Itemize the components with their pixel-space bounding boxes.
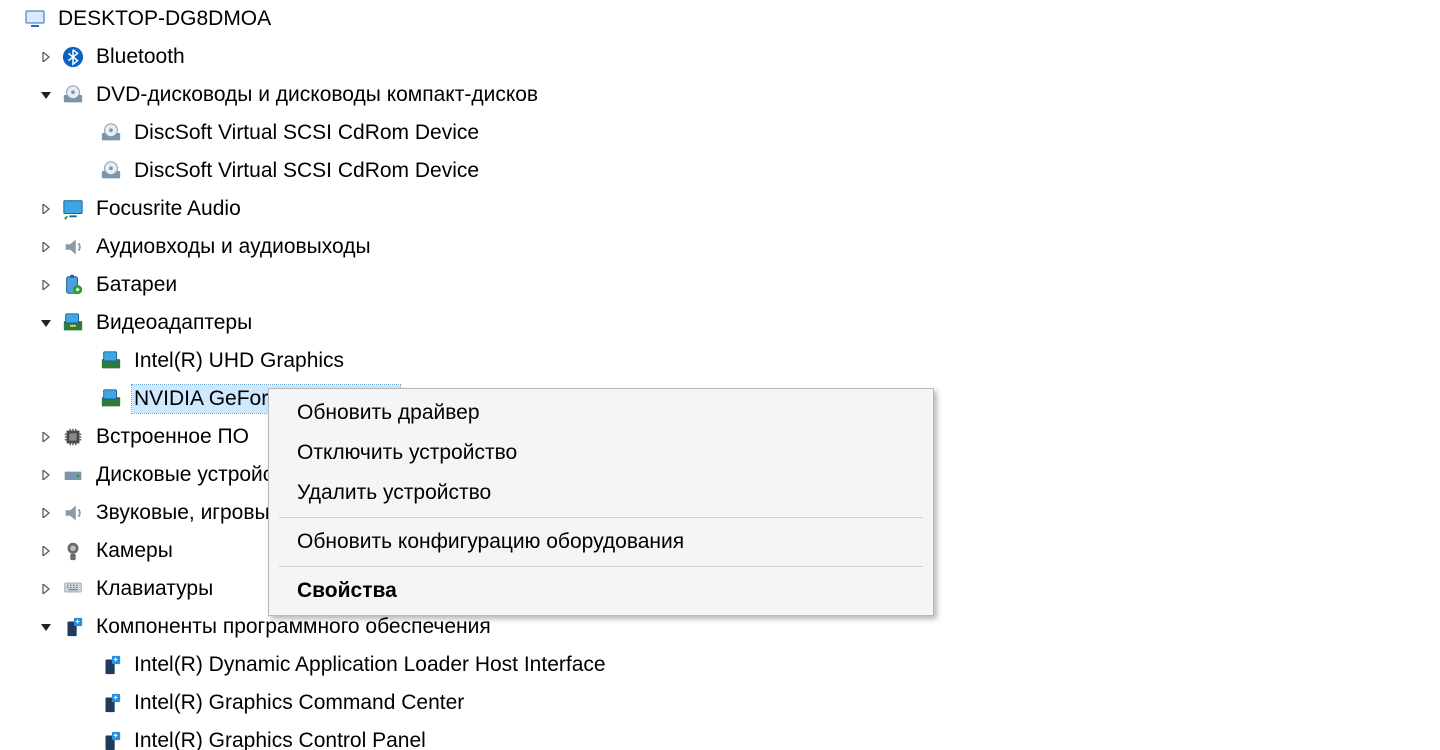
category-label: Bluetooth xyxy=(96,45,191,69)
category-label: Батареи xyxy=(96,273,183,297)
chevron-down-icon[interactable] xyxy=(38,315,54,331)
chevron-down-icon[interactable] xyxy=(38,87,54,103)
device-intel-uhd[interactable]: Intel(R) UHD Graphics xyxy=(0,342,1440,380)
device-item[interactable]: DiscSoft Virtual SCSI CdRom Device xyxy=(0,114,1440,152)
context-menu: Обновить драйвер Отключить устройство Уд… xyxy=(268,388,934,616)
category-dvd[interactable]: DVD-дисководы и дисководы компакт-дисков xyxy=(0,76,1440,114)
hdd-icon xyxy=(60,462,86,488)
optical-drive-icon xyxy=(60,82,86,108)
category-label: Видеоадаптеры xyxy=(96,311,258,335)
menu-properties[interactable]: Свойства xyxy=(271,571,931,611)
chevron-right-icon[interactable] xyxy=(38,581,54,597)
display-adapter-icon xyxy=(98,386,124,412)
chevron-right-icon[interactable] xyxy=(38,505,54,521)
device-item[interactable]: Intel(R) Graphics Control Panel xyxy=(0,722,1440,750)
device-label: Intel(R) UHD Graphics xyxy=(134,349,350,373)
speaker-icon xyxy=(60,500,86,526)
chevron-right-icon[interactable] xyxy=(38,277,54,293)
speaker-icon xyxy=(60,234,86,260)
category-label: Звуковые, игровые xyxy=(96,501,287,525)
keyboard-icon xyxy=(60,576,86,602)
device-item[interactable]: Intel(R) Dynamic Application Loader Host… xyxy=(0,646,1440,684)
category-label: Focusrite Audio xyxy=(96,197,247,221)
category-batteries[interactable]: Батареи xyxy=(0,266,1440,304)
category-display-adapters[interactable]: Видеоадаптеры xyxy=(0,304,1440,342)
menu-disable-device[interactable]: Отключить устройство xyxy=(271,433,931,473)
device-label: Intel(R) Dynamic Application Loader Host… xyxy=(134,653,612,677)
menu-separator xyxy=(279,517,923,518)
device-label: Intel(R) Graphics Control Panel xyxy=(134,729,432,750)
software-component-icon xyxy=(98,652,124,678)
software-component-icon xyxy=(60,614,86,640)
battery-icon xyxy=(60,272,86,298)
device-label: Intel(R) Graphics Command Center xyxy=(134,691,470,715)
chevron-right-icon[interactable] xyxy=(38,543,54,559)
display-adapter-icon xyxy=(60,310,86,336)
software-component-icon xyxy=(98,690,124,716)
category-label: Аудиовходы и аудиовыходы xyxy=(96,235,377,259)
chevron-right-icon[interactable] xyxy=(38,201,54,217)
category-label: Клавиатуры xyxy=(96,577,219,601)
category-label: Камеры xyxy=(96,539,179,563)
software-component-icon xyxy=(98,728,124,750)
category-label: Встроенное ПО xyxy=(96,425,255,449)
monitor-icon xyxy=(60,196,86,222)
chevron-right-icon[interactable] xyxy=(38,49,54,65)
category-bluetooth[interactable]: Bluetooth xyxy=(0,38,1440,76)
menu-separator xyxy=(279,566,923,567)
display-adapter-icon xyxy=(98,348,124,374)
device-item[interactable]: Intel(R) Graphics Command Center xyxy=(0,684,1440,722)
tree-root[interactable]: DESKTOP-DG8DMOA xyxy=(0,0,1440,38)
category-focusrite[interactable]: Focusrite Audio xyxy=(0,190,1440,228)
device-item[interactable]: DiscSoft Virtual SCSI CdRom Device xyxy=(0,152,1440,190)
device-label: DiscSoft Virtual SCSI CdRom Device xyxy=(134,121,485,145)
device-label: DiscSoft Virtual SCSI CdRom Device xyxy=(134,159,485,183)
category-label: Компоненты программного обеспечения xyxy=(96,615,497,639)
category-audio-io[interactable]: Аудиовходы и аудиовыходы xyxy=(0,228,1440,266)
bluetooth-icon xyxy=(60,44,86,70)
chip-icon xyxy=(60,424,86,450)
camera-icon xyxy=(60,538,86,564)
menu-uninstall-device[interactable]: Удалить устройство xyxy=(271,473,931,513)
optical-drive-icon xyxy=(98,158,124,184)
chevron-right-icon[interactable] xyxy=(38,239,54,255)
device-tree: DESKTOP-DG8DMOA Bluetooth DVD-дисководы … xyxy=(0,0,1440,750)
chevron-right-icon[interactable] xyxy=(38,429,54,445)
tree-root-label: DESKTOP-DG8DMOA xyxy=(58,7,277,31)
chevron-right-icon[interactable] xyxy=(38,467,54,483)
optical-drive-icon xyxy=(98,120,124,146)
computer-icon xyxy=(22,6,48,32)
menu-scan-hardware[interactable]: Обновить конфигурацию оборудования xyxy=(271,522,931,562)
category-label: DVD-дисководы и дисководы компакт-дисков xyxy=(96,83,544,107)
chevron-down-icon[interactable] xyxy=(38,619,54,635)
menu-update-driver[interactable]: Обновить драйвер xyxy=(271,393,931,433)
